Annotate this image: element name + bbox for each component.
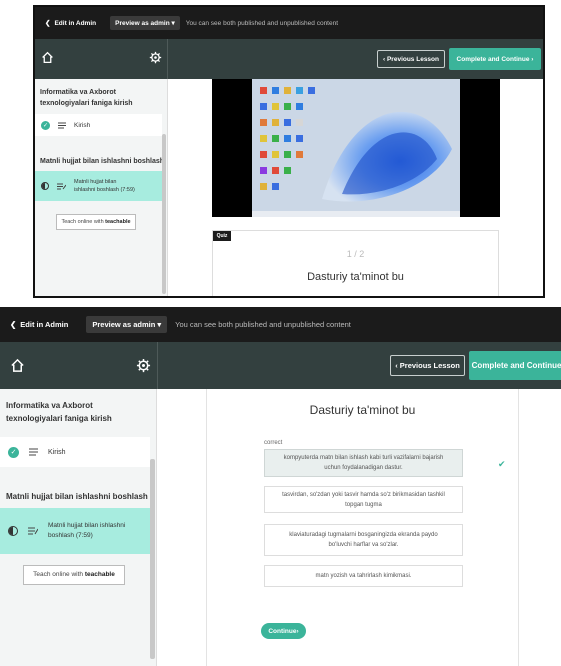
screenshot-top: ❮ Edit in Admin Preview as admin ▾ You c… (33, 5, 545, 298)
navbar-divider (157, 342, 158, 389)
admin-bar: ❮ Edit in Admin Preview as admin ▾ You c… (0, 307, 561, 342)
chevron-right-icon: › (529, 55, 534, 63)
edit-in-admin-label: Edit in Admin (54, 19, 97, 27)
check-icon: ✓ (41, 120, 50, 130)
quiz-card: Quiz 1 / 2 Dasturiy ta'minot bu (212, 230, 499, 296)
text-lines-icon (28, 527, 38, 535)
check-icon: ✓ (8, 446, 19, 458)
sidebar-scrollbar[interactable] (150, 459, 155, 659)
teachable-logo: teachable (105, 219, 131, 225)
sidebar-item-kirish[interactable]: ✓ Kirish (0, 437, 150, 467)
lesson-navbar: ‹ Previous Lesson Complete and Continue … (0, 342, 561, 389)
complete-and-continue-button[interactable]: Complete and Continue › (449, 48, 541, 70)
complete-and-continue-button[interactable]: Complete and Continue › (469, 351, 561, 380)
section-title: Matnli hujjat bilan ishlashni boshlash (40, 158, 165, 165)
question-title: Dasturiy ta'minot bu (309, 403, 416, 417)
caret-down-icon: ▾ (157, 320, 162, 329)
course-title: Informatika va Axborot texnologiyalari f… (40, 89, 133, 107)
teachable-logo: teachable (84, 571, 115, 578)
answer-option[interactable]: tasvirdan, so'zdan yoki tasvir hamda so'… (264, 486, 463, 513)
preview-label: Preview as admin (115, 20, 170, 27)
section-title: Matnli hujjat bilan ishlashni boshlash (6, 492, 148, 501)
course-sidebar: Informatika va Axborot texnologiyalari f… (0, 389, 157, 666)
screenshot-bottom: ❮ Edit in Admin Preview as admin ▾ You c… (0, 307, 561, 666)
previous-lesson-label: Previous Lesson (399, 361, 460, 370)
sidebar-item-active-lesson[interactable]: Matnli hujjat bilan ishlashni boshlash (… (0, 508, 150, 554)
gear-icon[interactable] (149, 51, 162, 64)
complete-and-continue-label: Complete and Continue (471, 361, 561, 370)
previous-lesson-button[interactable]: ‹ Previous Lesson (390, 355, 465, 376)
home-icon[interactable] (41, 51, 54, 64)
continue-button[interactable]: Continue › (261, 623, 306, 639)
answer-option[interactable]: kompyuterda matn bilan ishlash kabi turl… (264, 449, 463, 477)
taskbar (252, 211, 460, 217)
question-counter: 1 / 2 (346, 249, 365, 259)
caret-down-icon: ▾ (171, 20, 175, 27)
admin-note: You can see both published and unpublish… (185, 19, 339, 27)
video-player[interactable] (212, 79, 500, 217)
sidebar-item-active-lesson[interactable]: Matnli hujjat bilan ishlashni boshlash (… (35, 171, 162, 201)
chevron-right-icon: › (296, 627, 299, 635)
continue-label: Continue (268, 627, 297, 635)
edit-in-admin-link[interactable]: ❮ Edit in Admin (10, 320, 68, 329)
chevron-left-icon: ❮ (10, 320, 17, 329)
text-lines-icon (29, 448, 38, 456)
text-lines-icon (57, 183, 66, 189)
correct-label: correct (264, 440, 283, 446)
answer-option[interactable]: matn yozish va tahrirlash kimikmasi. (264, 565, 463, 587)
lesson-navbar: ‹ Previous Lesson Complete and Continue … (35, 39, 543, 79)
sidebar-item-label: Kirish (74, 121, 91, 129)
question-title: Dasturiy ta'minot bu (307, 271, 404, 283)
edit-in-admin-link[interactable]: ❮ Edit in Admin (45, 19, 97, 28)
admin-note: You can see both published and unpublish… (175, 320, 351, 329)
sidebar-item-label: Matnli hujjat bilan ishlashni boshlash (… (48, 522, 126, 539)
course-title: Informatika va Axborot texnologiyalari f… (6, 401, 112, 423)
preview-as-admin-dropdown[interactable]: Preview as admin ▾ (86, 316, 168, 333)
complete-and-continue-label: Complete and Continue (456, 55, 530, 63)
sidebar-scrollbar[interactable] (162, 134, 166, 294)
teach-online-link[interactable]: Teach online with teachable (56, 214, 136, 230)
navbar-divider (167, 39, 168, 79)
gear-icon[interactable] (136, 358, 151, 373)
teach-online-link[interactable]: Teach online with teachable (23, 565, 125, 585)
edit-in-admin-label: Edit in Admin (20, 320, 69, 329)
preview-as-admin-dropdown[interactable]: Preview as admin ▾ (110, 16, 180, 30)
in-progress-icon (8, 526, 18, 536)
checkmark-icon: ✔ (498, 459, 506, 469)
teach-prefix: Teach online with (33, 571, 84, 578)
sidebar-item-kirish[interactable]: ✓ Kirish (35, 114, 162, 136)
sidebar-item-label: Kirish (48, 448, 66, 456)
answer-option[interactable]: klaviaturadagi tugmalarni bosganingizda … (264, 524, 463, 556)
lesson-content: Dasturiy ta'minot bu correct kompyuterda… (158, 389, 561, 666)
course-sidebar: Informatika va Axborot texnologiyalari f… (35, 79, 168, 296)
teach-prefix: Teach online with (61, 219, 104, 225)
windows-wallpaper (252, 79, 460, 217)
desktop-screenshot (252, 79, 460, 217)
home-icon[interactable] (10, 358, 25, 373)
previous-lesson-label: Previous Lesson (386, 55, 439, 63)
quiz-tag: Quiz (213, 231, 231, 241)
sidebar-item-label: Matnli hujjat bilan ishlashni boshlash (… (74, 179, 135, 193)
preview-label: Preview as admin (92, 320, 156, 329)
in-progress-icon (41, 182, 49, 190)
lesson-content: Quiz 1 / 2 Dasturiy ta'minot bu (168, 79, 543, 296)
previous-lesson-button[interactable]: ‹ Previous Lesson (377, 50, 445, 68)
admin-bar: ❮ Edit in Admin Preview as admin ▾ You c… (35, 7, 543, 39)
chevron-left-icon: ❮ (45, 20, 51, 27)
text-lines-icon (58, 122, 66, 128)
